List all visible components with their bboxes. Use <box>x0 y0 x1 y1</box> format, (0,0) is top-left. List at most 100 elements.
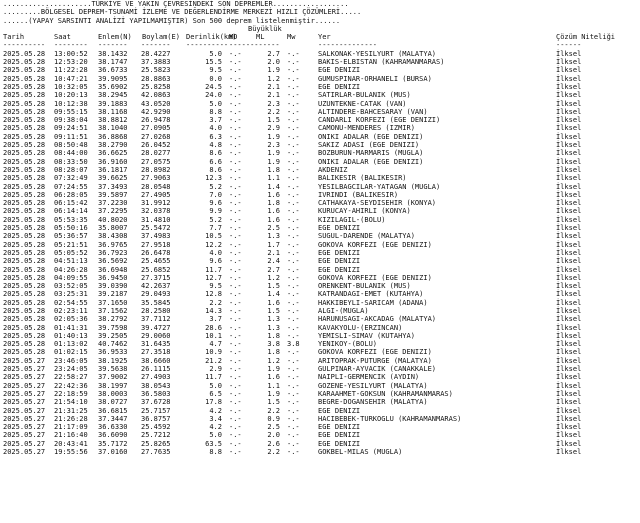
cell-latitude: 38.2792 <box>98 315 128 324</box>
cell-location: ONIKI ADALAR (EGE DENIZI) <box>318 157 424 166</box>
cell-longitude: 37.3883 <box>141 58 171 67</box>
column-header-row: Tarih Saat Enlem(N) Boylam(E) Derinlik(k… <box>0 33 640 41</box>
cell-location: SALKONAK-YESILYURT (MALATYA) <box>318 49 437 58</box>
cell-longitude: 42.2637 <box>141 282 171 291</box>
cell-md: -.- <box>229 190 242 199</box>
cell-location: EGE DENIZI <box>318 82 361 91</box>
cell-mw: -.- <box>287 141 300 150</box>
cell-depth: 5.0 <box>209 431 222 440</box>
banner-text: ......(YAPAY SARSINTI ANALİZİ YAPILMAMIŞ… <box>3 16 341 25</box>
cell-latitude: 36.6625 <box>98 149 128 158</box>
cell-time: 19:55:56 <box>54 448 88 457</box>
cell-depth: 14.3 <box>205 306 222 315</box>
cell-time: 05:05:52 <box>54 248 88 257</box>
column-header-time: Saat <box>54 33 71 42</box>
cell-quality: İlksel <box>556 207 582 216</box>
table-row: 2025.05.28 05:36:57 38.4308 37.4983 10.5 -.- 1… <box>0 232 640 240</box>
cell-mw: -.- <box>287 265 300 274</box>
cell-mw: -.- <box>287 107 300 116</box>
cell-ml: 1.4 <box>267 182 280 191</box>
cell-quality: İlksel <box>556 74 582 83</box>
cell-time: 03:25:31 <box>54 290 88 299</box>
cell-date: 2025.05.28 <box>3 82 46 91</box>
cell-date: 2025.05.28 <box>3 107 46 116</box>
cell-mw: -.- <box>287 306 300 315</box>
cell-quality: İlksel <box>556 431 582 440</box>
cell-mw: -.- <box>287 423 300 432</box>
magnitude-group-header: Büyüklük <box>0 25 640 33</box>
cell-mw: -.- <box>287 82 300 91</box>
table-row: 2025.05.28 01:13:02 40.7462 31.6435 4.7 -.- 3.… <box>0 340 640 348</box>
cell-depth: 15.5 <box>205 58 222 67</box>
cell-longitude: 42.0863 <box>141 91 171 100</box>
cell-ml: 1.5 <box>267 398 280 407</box>
cell-date: 2025.05.27 <box>3 439 46 448</box>
cell-quality: İlksel <box>556 331 582 340</box>
cell-time: 23:46:05 <box>54 356 88 365</box>
cell-date: 2025.05.28 <box>3 331 46 340</box>
cell-ml: 1.3 <box>267 323 280 332</box>
cell-ml: 1.8 <box>267 331 280 340</box>
cell-longitude: 25.4655 <box>141 257 171 266</box>
cell-quality: İlksel <box>556 174 582 183</box>
cell-quality: İlksel <box>556 49 582 58</box>
cell-date: 2025.05.28 <box>3 66 46 75</box>
cell-longitude: 37.7112 <box>141 315 171 324</box>
cell-date: 2025.05.28 <box>3 232 46 241</box>
cell-quality: İlksel <box>556 448 582 457</box>
cell-quality: İlksel <box>556 190 582 199</box>
cell-location: ALTINDERE-BAHCESARAY (VAN) <box>318 107 428 116</box>
cell-longitude: 29.0060 <box>141 331 171 340</box>
cell-longitude: 36.8757 <box>141 414 171 423</box>
cell-date: 2025.05.28 <box>3 141 46 150</box>
cell-mw: -.- <box>287 224 300 233</box>
cell-longitude: 42.9290 <box>141 107 171 116</box>
cell-depth: 24.5 <box>205 82 222 91</box>
cell-ml: 1.2 <box>267 74 280 83</box>
table-row: 2025.05.28 09:55:15 38.1168 42.9290 8.8 -.- 2.… <box>0 108 640 116</box>
cell-quality: İlksel <box>556 323 582 332</box>
cell-time: 07:24:55 <box>54 182 88 191</box>
cell-latitude: 38.1040 <box>98 124 128 133</box>
cell-date: 2025.05.28 <box>3 273 46 282</box>
cell-longitude: 25.6852 <box>141 265 171 274</box>
cell-depth: 2.9 <box>209 365 222 374</box>
cell-longitude: 25.8258 <box>141 82 171 91</box>
cell-md: -.- <box>229 373 242 382</box>
cell-ml: 1.3 <box>267 315 280 324</box>
cell-mw: -.- <box>287 356 300 365</box>
cell-quality: İlksel <box>556 232 582 241</box>
cell-time: 01:02:15 <box>54 348 88 357</box>
cell-date: 2025.05.28 <box>3 340 46 349</box>
banner-line: .........BÖLGESEL DEPREM-TSUNAMİ İZLEME … <box>0 8 640 16</box>
cell-location: BEGRE-DOGANSEHIR (MALATYA) <box>318 398 428 407</box>
cell-time: 10:20:13 <box>54 91 88 100</box>
separator-depth: ---------- <box>186 41 229 50</box>
cell-depth: 5.0 <box>209 49 222 58</box>
cell-location: YESILBAGCILAR-YATAGAN (MUGLA) <box>318 182 441 191</box>
cell-date: 2025.05.28 <box>3 190 46 199</box>
cell-ml: 2.1 <box>267 91 280 100</box>
cell-latitude: 38.1925 <box>98 356 128 365</box>
table-row: 2025.05.28 01:40:13 39.2505 29.0060 10.1 -.- 1… <box>0 332 640 340</box>
magnitude-group-label: Büyüklük <box>248 24 282 33</box>
cell-ml: 1.9 <box>267 365 280 374</box>
cell-latitude: 36.6948 <box>98 265 128 274</box>
cell-ml: 2.3 <box>267 99 280 108</box>
cell-time: 02:23:11 <box>54 306 88 315</box>
cell-mw: -.- <box>287 257 300 266</box>
cell-depth: 8.6 <box>209 165 222 174</box>
cell-ml: 2.6 <box>267 439 280 448</box>
cell-ml: 1.2 <box>267 356 280 365</box>
table-row: 2025.05.28 12:53:20 38.1747 37.3883 15.5 -.- 2… <box>0 58 640 66</box>
cell-depth: 10.9 <box>205 348 222 357</box>
cell-location: GUMUSPINAR-ORHANELI (BURSA) <box>318 74 432 83</box>
cell-depth: 5.2 <box>209 215 222 224</box>
cell-time: 04:26:28 <box>54 265 88 274</box>
separator-quality: ------ <box>556 41 582 50</box>
cell-longitude: 26.9478 <box>141 116 171 125</box>
cell-latitude: 36.5692 <box>98 257 128 266</box>
cell-date: 2025.05.28 <box>3 298 46 307</box>
cell-location: SAKIZ ADASI (EGE DENIZI) <box>318 141 420 150</box>
column-header-longitude: Boylam(E) <box>142 33 180 42</box>
